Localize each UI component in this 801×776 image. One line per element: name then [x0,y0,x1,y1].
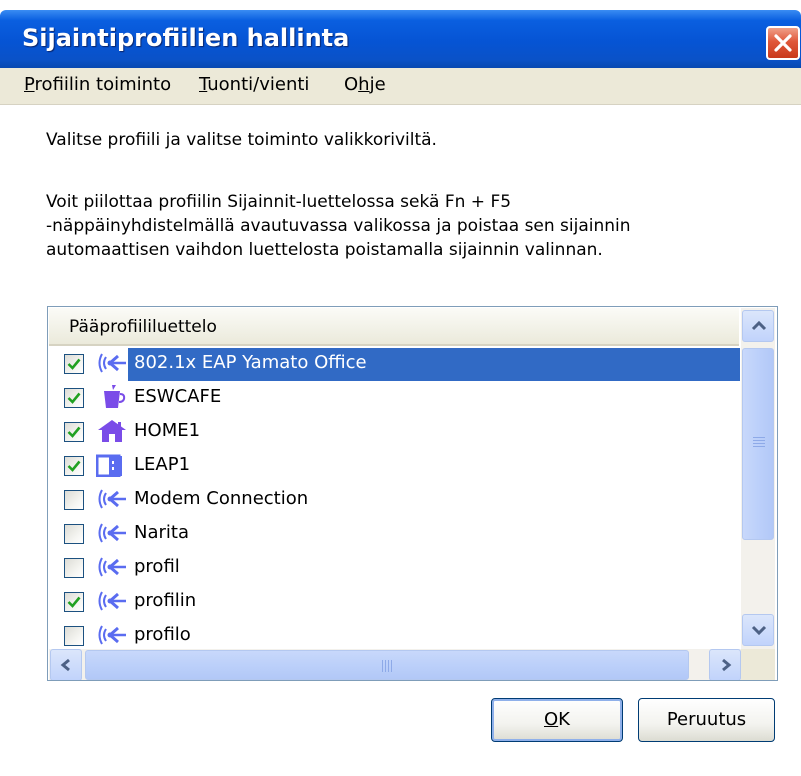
wireless-network-icon [96,555,128,579]
intro-text: Valitse profiili ja valitse toiminto val… [46,130,437,150]
profile-label: profilo [134,624,191,645]
checkmark-icon [67,596,81,608]
wireless-network-icon [96,589,128,613]
grip-line [388,660,389,672]
profile-label: HOME1 [134,420,201,441]
grip-line [385,660,386,672]
grip-line [391,660,392,672]
close-icon [774,34,792,52]
horizontal-scroll-thumb[interactable] [85,650,689,680]
profile-checkbox[interactable] [64,592,84,612]
scroll-up-button[interactable] [742,310,774,342]
coffee-cup-icon [96,385,128,409]
menu-label: je [369,74,386,95]
profile-list-item[interactable]: profil [48,551,738,583]
checkmark-icon [67,426,81,438]
profile-label: profilin [134,590,197,611]
profile-label: profil [134,556,180,577]
wireless-network-icon [96,487,128,511]
profile-checkbox[interactable] [64,422,84,442]
wireless-network-icon [96,623,128,647]
close-button[interactable] [766,26,800,60]
grip-line [753,443,765,444]
profile-list-item[interactable]: HOME1 [48,415,738,447]
grip-line [753,440,765,441]
profile-list-item[interactable]: 802.1x EAP Yamato Office [48,347,740,381]
profile-list-item[interactable]: profilin [48,585,738,617]
grip-line [382,660,383,672]
wireless-network-icon [96,521,128,545]
profile-label: LEAP1 [134,454,191,475]
scroll-left-button[interactable] [50,649,82,680]
home-icon [96,419,128,443]
profile-checkbox[interactable] [64,490,84,510]
menu-profile-action[interactable]: Profiilin toiminto [24,74,171,95]
office-building-icon [95,453,128,478]
vertical-scrollbar[interactable] [741,308,775,649]
list-header-label: Pääprofiililuettelo [69,317,217,337]
wireless-network-icon [96,351,128,375]
chevron-up-icon [751,320,767,331]
scrollbar-corner [741,649,775,680]
menu-bar: Profiilin toiminto Tuonti/vienti Ohje [0,68,801,105]
profile-checkbox[interactable] [64,354,84,374]
grip-line [753,437,765,438]
profile-label: 802.1x EAP Yamato Office [134,352,367,373]
profile-list-item[interactable]: profilo [48,619,738,651]
profile-checkbox[interactable] [64,524,84,544]
scroll-right-button[interactable] [709,649,741,680]
checkmark-icon [67,460,81,472]
window-title: Sijaintiprofiilien hallinta [22,24,350,52]
profile-list-item[interactable]: LEAP1 [48,449,738,481]
menu-mnemonic: h [358,74,370,95]
profile-checkbox[interactable] [64,388,84,408]
chevron-right-icon [722,658,732,672]
menu-mnemonic: P [24,74,35,95]
profile-label: Narita [134,522,189,543]
profile-list-item[interactable]: Narita [48,517,738,549]
profile-label: Modem Connection [134,488,309,509]
button-mnemonic: O [544,709,559,730]
checkmark-icon [67,392,81,404]
menu-import-export[interactable]: Tuonti/vienti [199,74,309,95]
ok-button[interactable]: OK [491,698,623,742]
title-bar[interactable]: Sijaintiprofiilien hallinta [0,10,801,68]
vertical-scroll-thumb[interactable] [742,348,774,540]
chevron-left-icon [60,658,70,672]
grip-line [753,446,765,447]
dialog-window: Sijaintiprofiilien hallinta Profiilin to… [0,0,801,776]
profile-checkbox[interactable] [64,558,84,578]
cancel-button[interactable]: Peruutus [638,698,775,742]
profile-checkbox[interactable] [64,456,84,476]
chevron-down-icon [751,625,767,636]
description-line: automaattisen vaihdon luettelosta poista… [46,240,603,260]
description-line: Voit piilottaa profiilin Sijainnit-luett… [46,192,512,212]
scroll-down-button[interactable] [742,614,774,646]
menu-label: uonti/vienti [207,74,310,95]
horizontal-scrollbar[interactable] [49,649,741,680]
description-line: -näppäinyhdistelmällä avautuvassa valiko… [46,216,631,236]
description-text: Voit piilottaa profiilin Sijainnit-luett… [46,190,766,262]
profile-label: ESWCAFE [134,386,222,407]
profile-list-item[interactable]: Modem Connection [48,483,738,515]
list-header[interactable]: Pääprofiililuettelo [49,308,739,346]
button-label: K [558,709,570,730]
menu-label: rofiilin toiminto [34,74,172,95]
menu-label: O [344,74,359,95]
checkmark-icon [67,358,81,370]
profile-list-item[interactable]: ESWCAFE [48,381,738,413]
menu-help[interactable]: Ohje [344,74,386,95]
profile-list[interactable]: Pääprofiililuettelo 802.1x EAP Yamato Of… [47,306,778,681]
profile-checkbox[interactable] [64,626,84,646]
